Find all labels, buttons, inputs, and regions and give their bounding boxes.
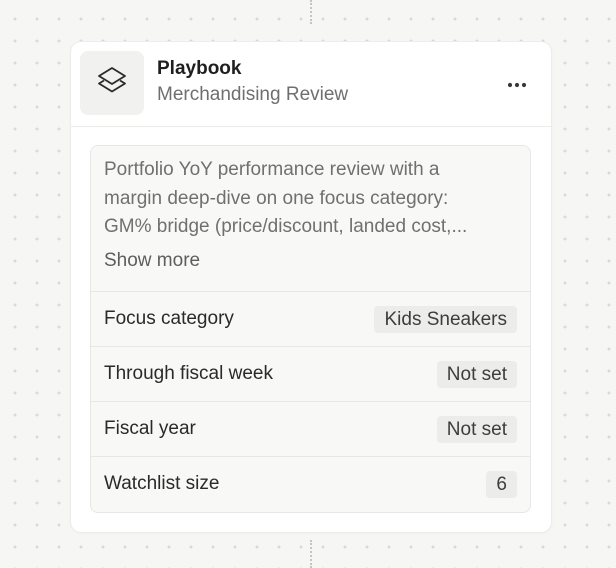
description-line: GM% bridge (price/discount, landed cost,…	[104, 216, 468, 237]
playbook-description: Portfolio YoY performance review with a …	[104, 156, 514, 242]
param-label: Focus category	[104, 308, 234, 329]
description-line: margin deep-dive on one focus category:	[104, 187, 449, 209]
more-horizontal-icon	[507, 75, 527, 93]
card-title: Playbook	[157, 58, 242, 79]
param-row-focus-category: Focus category Kids Sneakers	[91, 291, 530, 346]
layers-icon	[95, 64, 129, 103]
connector-line-top	[310, 0, 312, 24]
param-row-through-fiscal-week: Through fiscal week Not set	[91, 346, 530, 401]
param-row-fiscal-year: Fiscal year Not set	[91, 401, 530, 456]
connector-line-bottom	[310, 540, 312, 568]
playbook-icon-tile	[80, 51, 144, 115]
card-header: Playbook Merchandising Review	[71, 42, 551, 127]
playbook-card[interactable]: Playbook Merchandising Review Portfolio …	[71, 42, 551, 532]
param-value-badge: 6	[486, 470, 517, 498]
param-value-badge: Not set	[436, 360, 517, 388]
playbook-details-panel: Portfolio YoY performance review with a …	[90, 145, 531, 513]
param-label: Watchlist size	[104, 473, 220, 494]
description-line: Portfolio YoY performance review with a	[104, 159, 440, 180]
param-label: Fiscal year	[104, 418, 196, 439]
param-value-badge: Kids Sneakers	[374, 305, 517, 333]
param-value-badge: Not set	[436, 415, 517, 443]
more-options-button[interactable]	[503, 70, 531, 98]
card-subtitle: Merchandising Review	[157, 84, 349, 105]
show-more-link[interactable]: Show more	[104, 250, 200, 272]
param-label: Through fiscal week	[104, 363, 273, 384]
param-row-watchlist-size: Watchlist size 6	[91, 456, 530, 511]
